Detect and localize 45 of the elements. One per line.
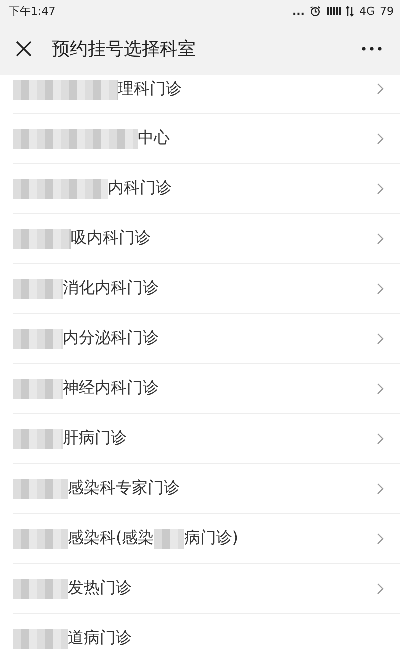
redaction-mark bbox=[13, 278, 63, 298]
department-item[interactable]: 理科门诊 bbox=[13, 75, 400, 114]
department-item[interactable]: 道病门诊 bbox=[13, 614, 400, 657]
department-item[interactable]: 感染科专家门诊 bbox=[13, 464, 400, 514]
page-title: 预约挂号选择科室 bbox=[52, 38, 197, 60]
department-item[interactable]: 消化内科门诊 bbox=[13, 264, 400, 314]
status-dots: ... bbox=[292, 4, 305, 18]
department-name: 道病门诊 bbox=[68, 628, 132, 649]
department-item[interactable]: 感染科(感染 病门诊) bbox=[13, 514, 400, 564]
department-name: 吸内科门诊 bbox=[71, 228, 151, 249]
redaction-mark bbox=[13, 228, 71, 248]
close-button[interactable] bbox=[16, 40, 32, 56]
department-item[interactable]: 神经内科门诊 bbox=[13, 364, 400, 414]
status-time: 下午1:47 bbox=[9, 4, 56, 18]
department-item[interactable]: 肝病门诊 bbox=[13, 414, 400, 464]
department-name: 消化内科门诊 bbox=[63, 278, 159, 299]
department-name: 内分泌科门诊 bbox=[63, 328, 159, 349]
redaction-mark bbox=[13, 378, 63, 398]
department-item[interactable]: 吸内科门诊 bbox=[13, 214, 400, 264]
department-item[interactable]: 内分泌科门诊 bbox=[13, 314, 400, 364]
department-name: 病门诊) bbox=[184, 528, 238, 549]
redaction-mark bbox=[13, 578, 68, 598]
department-name: 神经内科门诊 bbox=[63, 378, 159, 399]
department-name: 肝病门诊 bbox=[63, 428, 127, 449]
department-name: 发热门诊 bbox=[68, 578, 132, 599]
network-type: 4G bbox=[359, 4, 375, 18]
redaction-mark bbox=[154, 528, 184, 548]
department-name: 内科门诊 bbox=[108, 178, 172, 199]
department-item[interactable]: 中心 bbox=[13, 114, 400, 164]
battery-level: 79 bbox=[380, 4, 394, 18]
department-item[interactable]: 发热门诊 bbox=[13, 564, 400, 614]
department-name: 理科门诊 bbox=[118, 79, 182, 100]
department-name: 感染科(感染 bbox=[68, 528, 154, 549]
redaction-mark bbox=[13, 478, 68, 498]
department-item[interactable]: 内科门诊 bbox=[13, 164, 400, 214]
redaction-mark bbox=[13, 328, 63, 348]
redaction-mark bbox=[13, 628, 68, 648]
department-name: 感染科专家门诊 bbox=[68, 478, 180, 499]
alarm-clock-icon bbox=[310, 6, 321, 16]
signal-bars: IIIII bbox=[326, 4, 342, 18]
data-arrows-icon bbox=[346, 6, 354, 16]
redaction-mark bbox=[13, 528, 68, 548]
redaction-mark bbox=[13, 428, 63, 448]
more-button[interactable] bbox=[362, 46, 382, 50]
department-name: 中心 bbox=[138, 128, 170, 149]
